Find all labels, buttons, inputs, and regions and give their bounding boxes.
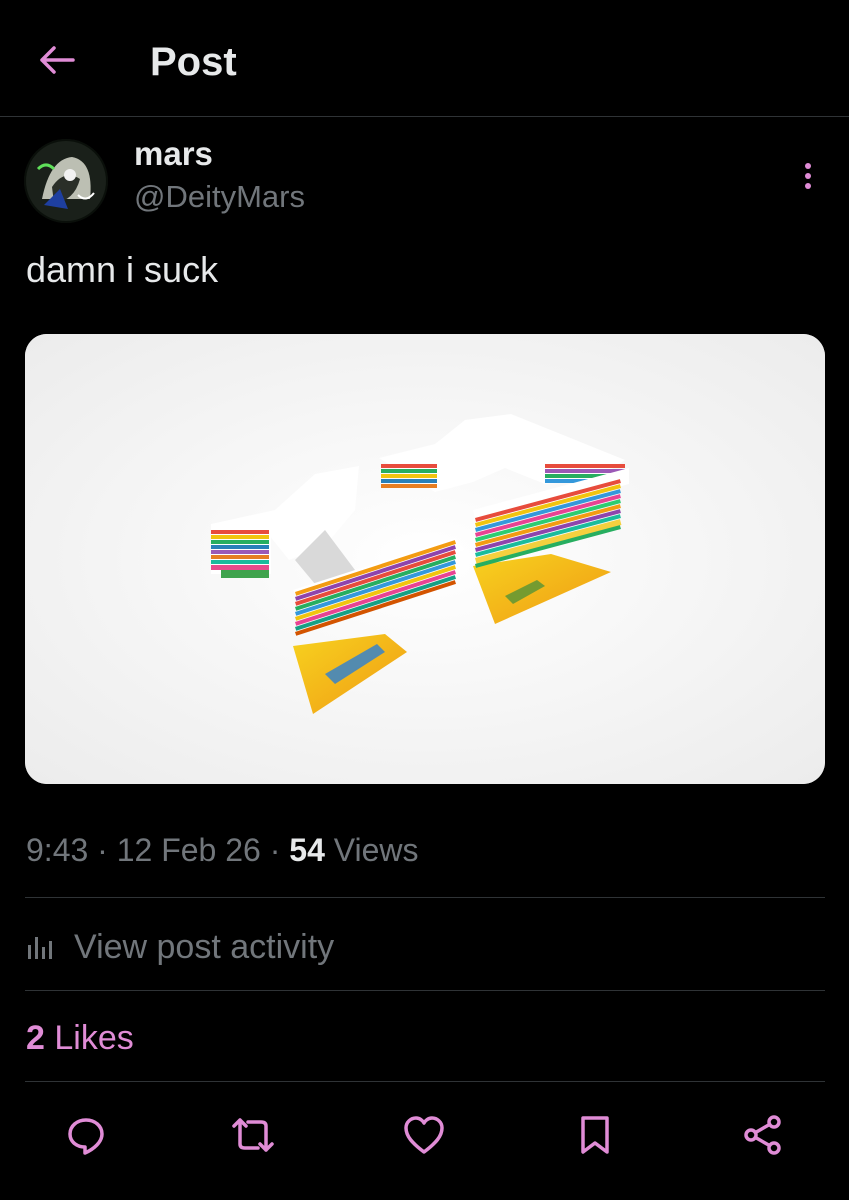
more-options-button[interactable] [790,156,826,196]
divider [25,990,825,991]
post-image[interactable] [25,334,825,784]
author-handle[interactable]: @DeityMars [134,177,305,217]
top-bar: Post [0,0,849,117]
reply-button[interactable] [63,1112,109,1158]
post-meta: 9:43 · 12 Feb 26 · 54 Views [26,828,419,872]
back-button[interactable] [34,40,80,80]
avatar[interactable] [24,139,108,223]
share-icon [744,1115,781,1155]
repost-button[interactable] [230,1112,276,1158]
post-time: 9:43 [26,832,89,868]
meta-separator: · [269,832,281,868]
post-date: 12 Feb 26 [116,832,261,868]
author-name[interactable]: mars [134,134,213,174]
bookmark-button[interactable] [572,1112,618,1158]
more-vertical-icon [805,163,811,189]
divider [25,897,825,898]
page-title: Post [150,40,237,84]
like-button[interactable] [401,1112,447,1158]
repost-icon [232,1118,274,1152]
post-text: damn i suck [26,249,219,290]
share-button[interactable] [740,1112,786,1158]
view-post-activity-link[interactable]: View post activity [26,924,334,970]
views-count: 54 [289,832,325,868]
reply-icon [68,1118,104,1155]
divider [25,1081,825,1082]
meta-separator: · [97,832,108,868]
analytics-icon [26,933,62,961]
activity-label: View post activity [74,927,335,966]
likes-link[interactable]: 2 Likes [26,1016,134,1060]
views-label: Views [333,832,419,868]
bookmark-icon [581,1116,609,1154]
likes-count: 2 [26,1019,45,1057]
likes-label: Likes [54,1019,134,1057]
arrow-left-icon [40,46,75,74]
action-bar [0,1104,849,1164]
heart-icon [404,1116,444,1154]
